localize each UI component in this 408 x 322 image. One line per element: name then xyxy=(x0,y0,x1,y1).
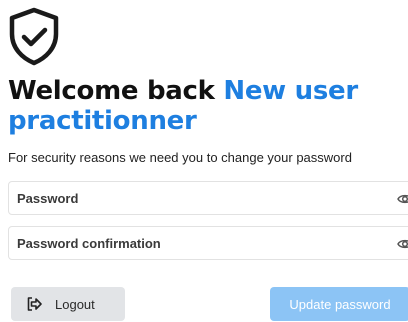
password-confirmation-input[interactable] xyxy=(9,227,408,259)
title-prefix: Welcome back xyxy=(8,76,215,106)
update-password-label: Update password xyxy=(289,296,391,312)
page-subtitle: For security reasons we need you to chan… xyxy=(8,150,352,165)
logout-button[interactable]: Logout xyxy=(11,287,125,321)
password-input[interactable] xyxy=(9,182,408,214)
shield-check-icon xyxy=(9,7,59,66)
eye-icon[interactable] xyxy=(397,236,408,252)
update-password-button[interactable]: Update password xyxy=(270,287,408,321)
page-title: Welcome back New user practitionner xyxy=(8,76,406,136)
logout-label: Logout xyxy=(55,296,95,312)
logout-icon xyxy=(27,297,42,311)
password-confirmation-field-wrapper xyxy=(8,226,408,260)
password-field-wrapper xyxy=(8,181,408,215)
eye-icon[interactable] xyxy=(397,191,408,207)
